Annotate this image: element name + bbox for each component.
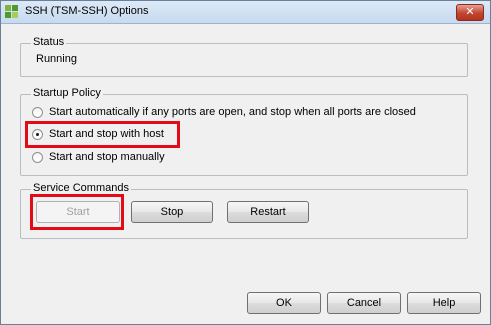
ok-button[interactable]: OK (247, 292, 321, 314)
radio-button[interactable] (32, 107, 43, 118)
window-title: SSH (TSM-SSH) Options (25, 5, 149, 17)
status-group: Status Running (20, 36, 468, 77)
annotation-highlight-start-button (30, 194, 124, 230)
restart-button[interactable]: Restart (227, 201, 309, 223)
radio-label: Start and stop manually (49, 151, 165, 163)
help-button[interactable]: Help (407, 292, 481, 314)
radio-label: Start automatically if any ports are ope… (49, 106, 416, 118)
stop-button[interactable]: Stop (131, 201, 213, 223)
title-bar[interactable]: SSH (TSM-SSH) Options ✕ (1, 1, 490, 24)
annotation-highlight-startup-option (25, 121, 180, 148)
close-button[interactable]: ✕ (456, 4, 484, 21)
status-value: Running (36, 53, 77, 65)
options-dialog: SSH (TSM-SSH) Options ✕ Status Running S… (0, 0, 491, 325)
startup-policy-group-label: Startup Policy (31, 87, 103, 99)
close-icon: ✕ (465, 6, 475, 18)
radio-button[interactable] (32, 152, 43, 163)
status-group-label: Status (31, 36, 67, 48)
vsphere-app-icon (5, 5, 18, 18)
cancel-button[interactable]: Cancel (327, 292, 401, 314)
service-commands-group-label: Service Commands (31, 182, 131, 194)
